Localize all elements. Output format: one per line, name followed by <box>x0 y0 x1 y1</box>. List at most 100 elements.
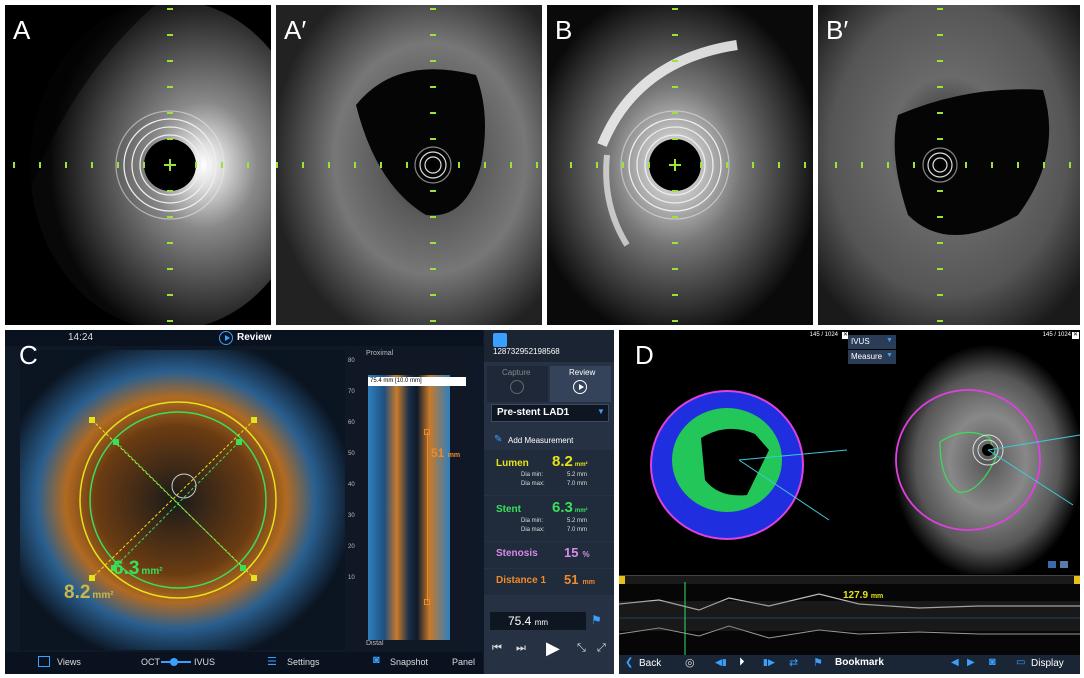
stent-dia-min-value: 5.2 mm <box>567 518 588 524</box>
range-label: 75.4 mm [10.0 mm] <box>370 378 422 384</box>
panel-label-a-prime: A′ <box>284 15 307 45</box>
strip-end-marker[interactable] <box>1074 576 1080 584</box>
swap-icon[interactable]: ⇄ <box>789 656 798 669</box>
mode-select-value: IVUS <box>851 337 870 346</box>
lumen-dia-max-label: Dia max: <box>521 481 545 487</box>
panel-c-oct-review-ui: 14:24 Review 6.3 mm² 8.2 mm² Proximal Di… <box>5 330 614 674</box>
views-icon[interactable] <box>38 656 50 667</box>
stent-value: 6.3 mm² <box>552 499 588 516</box>
segment-length-label: 51 mm <box>431 446 461 460</box>
run-select-value: Pre-stent LAD1 <box>497 407 570 418</box>
expand-icon[interactable]: ⤢ <box>597 642 606 655</box>
lumen-label: Lumen <box>496 458 529 469</box>
ivus-longitudinal-strip[interactable]: 127.9 mm <box>619 575 1080 655</box>
display-button[interactable]: Display <box>1031 658 1064 669</box>
patient-folder-icon <box>493 333 507 347</box>
tab-review-label: Review <box>569 368 596 377</box>
skip-forward-icon[interactable]: ⏭ <box>516 642 526 655</box>
depth-scale-tick: 50 <box>348 451 355 457</box>
view-toggle-icon-b[interactable] <box>1060 561 1068 568</box>
panel-label-b: B <box>555 15 573 45</box>
longitudinal-length-label: 127.9 mm <box>843 590 884 601</box>
prev-bookmark-icon[interactable]: ◀ <box>951 657 959 668</box>
distal-label: Distal <box>366 640 384 647</box>
oct-mode-label[interactable]: OCT <box>141 657 160 667</box>
lumen-measurement-card[interactable] <box>484 450 614 495</box>
chevron-down-icon: ▼ <box>597 407 605 416</box>
distance-marker-bottom[interactable] <box>424 599 430 605</box>
distance-marker-line[interactable] <box>427 432 428 602</box>
oct-ivus-toggle-knob[interactable] <box>170 658 178 666</box>
mode-chevron-down-icon: ▼ <box>886 337 893 344</box>
distance-marker-top[interactable] <box>424 429 430 435</box>
settings-button[interactable]: Settings <box>287 657 320 667</box>
stent-dia-max-value: 7.0 mm <box>567 527 588 533</box>
step-back-icon[interactable]: ◀▮ <box>715 657 727 668</box>
patient-id: 128732952198568 <box>493 347 560 356</box>
stent-measurement-card[interactable] <box>484 496 614 541</box>
loop-icon[interactable]: ◎ <box>685 656 695 669</box>
camera-icon[interactable]: ◙ <box>373 654 380 666</box>
add-bookmark-icon[interactable]: ⚑ <box>591 613 602 627</box>
position-value: 75.4 mm <box>508 614 549 628</box>
panel-label-b-prime: B′ <box>826 15 849 45</box>
lumen-dia-min-value: 5.2 mm <box>567 472 588 478</box>
oct-mode-title: Review <box>237 332 272 343</box>
capture-disc-icon <box>510 380 524 394</box>
settings-icon[interactable]: ☰ <box>267 655 277 668</box>
views-button[interactable]: Views <box>57 657 81 667</box>
add-measurement-button[interactable]: Add Measurement <box>508 436 573 445</box>
tab-capture-label: Capture <box>502 368 531 377</box>
lumen-area-label: 8.2 mm² <box>64 582 114 603</box>
bookmark-button[interactable]: Bookmark <box>835 657 884 668</box>
frame-counter-right: 145 / 1024 <box>1042 332 1071 338</box>
stent-label: Stent <box>496 504 521 515</box>
panel-label-c: C <box>19 340 38 370</box>
ivus-mode-label[interactable]: IVUS <box>194 657 215 667</box>
add-bookmark-icon[interactable]: ⚑ <box>813 656 823 669</box>
strip-start-marker[interactable] <box>619 576 625 584</box>
distance-value: 51 mm <box>564 572 595 587</box>
ivus-grayscale-view[interactable]: 145 / 1024 <box>848 330 1080 574</box>
depth-scale: 80 70 60 50 40 30 20 10 <box>348 358 366 638</box>
depth-scale-tick: 10 <box>348 575 355 581</box>
stenosis-label: Stenosis <box>496 548 538 559</box>
oct-cross-section-view[interactable]: 6.3 mm² 8.2 mm² <box>20 350 345 650</box>
distance-label: Distance 1 <box>496 575 547 586</box>
depth-scale-tick: 70 <box>348 389 355 395</box>
depth-scale-tick: 60 <box>348 420 355 426</box>
skip-back-icon[interactable]: ⏮ <box>492 642 502 655</box>
panel-a-oct-image: A <box>5 5 271 325</box>
back-chevron-icon[interactable]: ❮ <box>625 657 633 668</box>
oct-clock: 14:24 <box>68 332 94 343</box>
collapse-icon[interactable]: ⤡ <box>577 642 586 655</box>
depth-scale-tick: 80 <box>348 358 355 364</box>
review-play-circle-icon <box>573 380 587 394</box>
close-icon-right[interactable]: ✕ <box>1072 332 1079 339</box>
back-button[interactable]: Back <box>639 658 661 669</box>
oct-longitudinal-view[interactable]: Proximal Distal 80 70 60 50 40 30 20 10 75.4 mm… <box>346 350 466 650</box>
panel-b-prime-ivus-image: B′ <box>818 5 1080 325</box>
play-circle-icon[interactable]: ⏵ <box>739 656 745 669</box>
next-bookmark-icon[interactable]: ▶ <box>967 657 975 668</box>
view-toggle-icon-a[interactable] <box>1048 561 1056 568</box>
longitudinal-image <box>368 375 450 640</box>
ruler-icon[interactable]: ✎ <box>494 434 502 445</box>
camera-icon[interactable]: ◙ <box>989 656 996 668</box>
snapshot-button[interactable]: Snapshot <box>390 657 428 667</box>
review-play-icon[interactable] <box>219 331 233 345</box>
frame-counter-left: 145 / 1024 <box>809 332 838 338</box>
measure-select-value: Measure <box>851 352 883 361</box>
oct-side-panel: 128732952198568 Capture Review Pre-stent… <box>484 330 614 674</box>
panel-label-a: A <box>13 15 31 45</box>
panel-b-oct-image: B <box>547 5 813 325</box>
step-forward-icon[interactable]: ▮▶ <box>763 657 775 668</box>
panel-button[interactable]: Panel <box>452 657 475 667</box>
proximal-label: Proximal <box>366 350 394 357</box>
depth-scale-tick: 40 <box>348 482 355 488</box>
display-icon[interactable]: ▭ <box>1016 657 1025 668</box>
play-icon[interactable]: ▶ <box>546 638 560 659</box>
stent-dia-min-label: Dia min: <box>521 518 544 524</box>
lumen-dia-min-label: Dia min: <box>521 472 544 478</box>
lumen-dia-max-value: 7.0 mm <box>567 481 588 487</box>
